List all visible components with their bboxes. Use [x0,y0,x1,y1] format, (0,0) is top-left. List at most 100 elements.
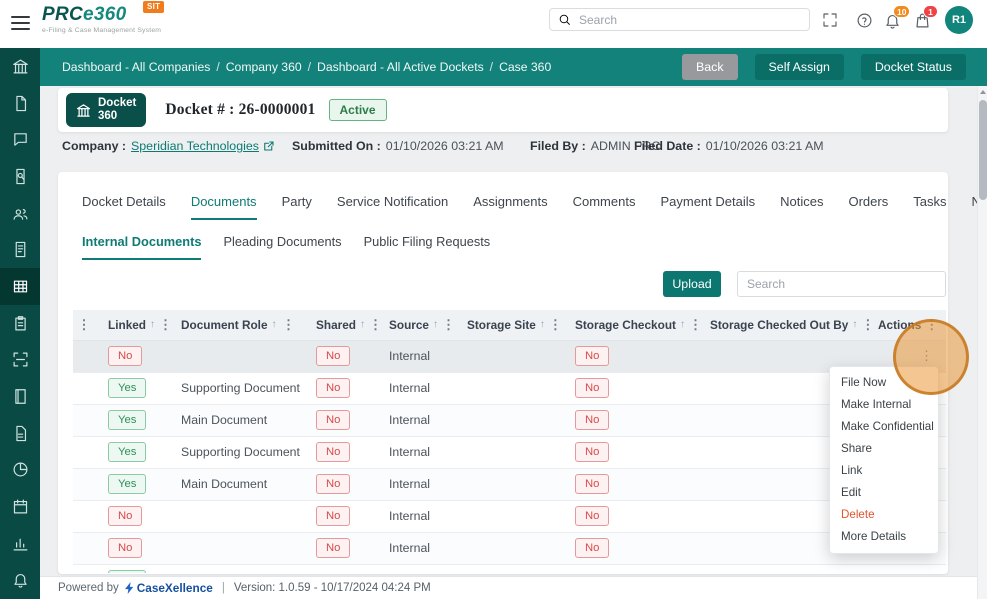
back-button[interactable]: Back [682,54,738,80]
self-assign-button[interactable]: Self Assign [755,54,844,80]
upload-button[interactable]: Upload [663,271,721,297]
table-row[interactable]: Yes Supporting Document No Internal No ⋮ [73,436,946,468]
vertical-scrollbar[interactable] [977,86,987,599]
scroll-up-button[interactable] [978,86,987,98]
help-button[interactable] [856,12,873,29]
fullscreen-toggle[interactable] [822,12,838,28]
column-menu-icon[interactable]: ⋮ [78,317,91,332]
sidebar-item-taskboard[interactable] [0,305,40,342]
company-link[interactable]: Speridian Technologies [131,139,259,153]
column-header-source: Source [389,318,429,332]
column-menu-icon[interactable]: ⋮ [549,318,562,331]
tab-payment-details[interactable]: Payment Details [660,184,755,220]
sort-icon[interactable]: ↑ [150,319,155,330]
breadcrumb-segment[interactable]: Company 360 [226,60,302,74]
bank-icon [76,103,91,118]
menu-item-delete[interactable]: Delete [830,504,938,526]
subtab-public-filing-requests[interactable]: Public Filing Requests [364,224,491,260]
column-menu-icon[interactable]: ⋮ [442,318,455,331]
source-cell: Internal [376,532,454,564]
sidebar-item-dockets[interactable] [0,268,40,305]
breadcrumb-segment[interactable]: Dashboard - All Active Dockets [317,60,484,74]
company-info: Company :Speridian Technologies [62,139,275,153]
sidebar-item-messages[interactable] [0,121,40,158]
filed-date-value: 01/10/2026 03:21 AM [706,139,824,153]
menu-item-link[interactable]: Link [830,460,938,482]
storage-checkout-badge: No [575,506,609,527]
menu-item-file-now[interactable]: File Now [830,372,938,394]
sidebar-item-search-documents[interactable] [0,158,40,195]
column-menu-icon[interactable]: ⋮ [282,318,295,331]
row-actions-menu-icon[interactable]: ⋮ [920,572,933,573]
menu-item-make-internal[interactable]: Make Internal [830,394,938,416]
menu-item-share[interactable]: Share [830,438,938,460]
tab-tasks[interactable]: Tasks [913,184,946,220]
tab-assignments[interactable]: Assignments [473,184,547,220]
table-row[interactable]: Yes Main Document No Internal No ⋮ [73,468,946,500]
sidebar-item-analytics[interactable] [0,525,40,562]
table-row[interactable]: No No Internal No ⋮ [73,532,946,564]
tab-notices[interactable]: Notices [780,184,823,220]
table-row[interactable]: Yes Supporting Document No Internal No ⋮ [73,372,946,404]
hamburger-menu-icon[interactable] [11,16,30,34]
column-menu-icon[interactable]: ⋮ [689,318,702,331]
table-row[interactable]: Yes ⋮ [73,564,946,573]
sidebar-nav [0,48,40,599]
row-actions-menu-icon[interactable]: ⋮ [920,348,933,363]
column-header-document-role: Document Role [181,318,268,332]
table-row[interactable]: No No Internal No ⋮ [73,500,946,532]
sort-icon[interactable]: ↑ [540,319,545,330]
sort-icon[interactable]: ↑ [272,319,277,330]
breadcrumb-segment[interactable]: Dashboard - All Companies [62,60,210,74]
sidebar-item-scan[interactable] [0,342,40,379]
sidebar-item-notifications[interactable] [0,562,40,599]
linked-badge: Yes [108,474,146,495]
sort-icon[interactable]: ↑ [360,319,365,330]
sidebar-item-files[interactable] [0,415,40,452]
documents-table: ⋮ Linked↑⋮ Document Role↑⋮ Shared↑⋮ Sour… [73,310,946,573]
sort-icon[interactable]: ↑ [433,319,438,330]
breadcrumb-separator: / [490,60,493,74]
cart-button[interactable]: 1 [914,12,931,29]
powered-by-label: Powered by [58,582,119,594]
global-search-input[interactable] [577,12,801,28]
sidebar-item-calendar[interactable] [0,488,40,525]
sidebar-item-documents[interactable] [0,85,40,122]
table-search-input[interactable] [737,271,946,297]
external-link-icon[interactable] [263,140,275,152]
tab-service-notification[interactable]: Service Notification [337,184,448,220]
sidebar-item-users[interactable] [0,195,40,232]
storage-site-cell [454,436,562,468]
sidebar-item-home[interactable] [0,48,40,85]
tab-party[interactable]: Party [282,184,312,220]
table-row[interactable]: Yes Main Document No Internal No ⋮ [73,404,946,436]
messages-icon [12,131,29,148]
notifications-button[interactable]: 10 [884,12,901,29]
sidebar-item-ledger[interactable] [0,378,40,415]
column-menu-icon[interactable]: ⋮ [861,318,874,331]
menu-item-edit[interactable]: Edit [830,482,938,504]
sort-icon[interactable]: ↑ [852,319,857,330]
tab-comments[interactable]: Comments [573,184,636,220]
shared-badge: No [316,506,350,527]
scrollbar-thumb[interactable] [979,100,987,200]
sidebar-item-records[interactable] [0,231,40,268]
user-avatar[interactable]: R1 [945,6,973,34]
subtab-pleading-documents[interactable]: Pleading Documents [223,224,341,260]
logo-tagline: e-Filing & Case Management System [42,27,161,34]
tab-orders[interactable]: Orders [848,184,888,220]
menu-item-more-details[interactable]: More Details [830,526,938,548]
column-menu-icon[interactable]: ⋮ [369,318,382,331]
sort-icon[interactable]: ↑ [680,319,685,330]
sidebar-item-reports[interactable] [0,452,40,489]
column-menu-icon[interactable]: ⋮ [925,318,938,331]
subtab-internal-documents[interactable]: Internal Documents [82,224,201,260]
tab-docket-details[interactable]: Docket Details [82,184,166,220]
menu-item-make-confidential[interactable]: Make Confidential [830,416,938,438]
column-menu-icon[interactable]: ⋮ [159,318,172,331]
table-row[interactable]: No No Internal No ⋮ [73,340,946,372]
docket-status-button[interactable]: Docket Status [861,54,966,80]
linked-badge: Yes [108,410,146,431]
row-drag-cell [73,404,95,436]
tab-documents[interactable]: Documents [191,184,257,220]
